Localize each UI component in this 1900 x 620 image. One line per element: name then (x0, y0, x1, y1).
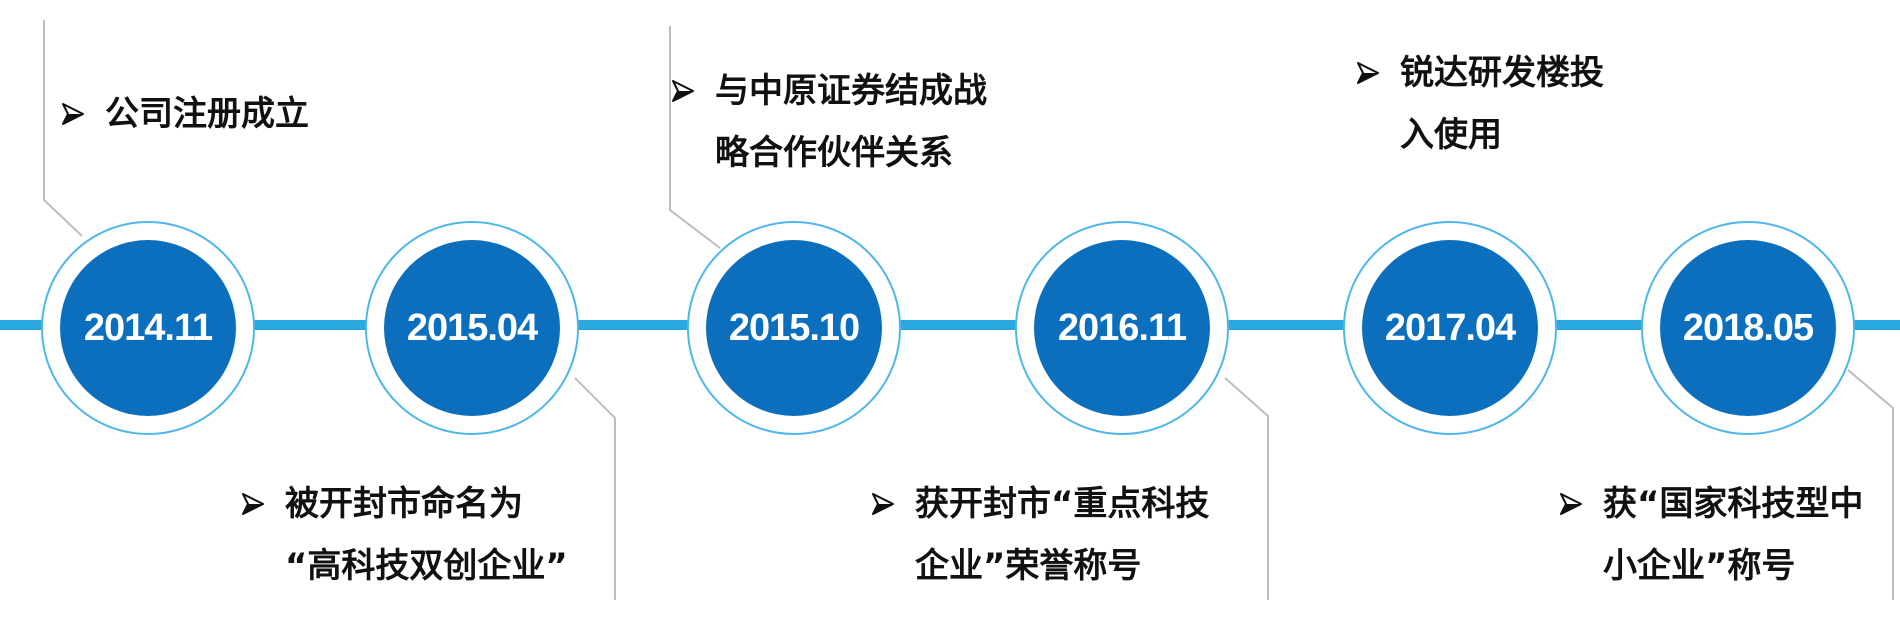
arrowhead-bullet-icon (870, 491, 915, 517)
milestone-event-row: 被开封市命名为 (240, 473, 568, 535)
milestone-event-text: 与中原证券结成战 (715, 71, 987, 111)
milestone-node-core: 2018.05 (1660, 240, 1836, 416)
milestone-event: 获“国家科技型中 小企业”称号 (1558, 473, 1863, 597)
milestone-node: 2017.04 (1343, 221, 1557, 435)
milestone-date: 2016.11 (1057, 306, 1187, 349)
connector-line-2015.04 (574, 377, 616, 600)
milestone-node-core: 2015.04 (384, 240, 560, 416)
milestone-event-text: 入使用 (1400, 115, 1502, 155)
milestone-date: 2015.10 (728, 306, 860, 349)
milestone-event-row: 获开封市“重点科技 (870, 473, 1209, 535)
milestone-event-text: “高科技双创企业” (285, 546, 568, 586)
milestone-event-text: 小企业”称号 (1603, 546, 1796, 586)
milestone-event-row: 略合作伙伴关系 (670, 122, 987, 184)
milestone-event-text: 获“国家科技型中 (1603, 484, 1864, 524)
timeline: 2014.11 2015.04 2015.10 2016.11 2017.04 2018.… (0, 0, 1900, 620)
milestone-event-row: 公司注册成立 (60, 83, 309, 145)
milestone-node-core: 2014.11 (60, 240, 236, 416)
milestone-date: 2018.05 (1682, 306, 1814, 349)
milestone-event-row: 入使用 (1355, 104, 1604, 166)
connector-line-2016.11 (1224, 377, 1269, 600)
milestone-event-text: 被开封市命名为 (285, 484, 523, 524)
milestone-event: 获开封市“重点科技 企业”荣誉称号 (870, 473, 1209, 597)
arrowhead-bullet-icon (60, 101, 105, 127)
milestone-node: 2015.04 (365, 221, 579, 435)
arrowhead-bullet-icon (1558, 491, 1603, 517)
arrowhead-bullet-icon (1355, 60, 1400, 86)
milestone-event-row: “高科技双创企业” (240, 535, 568, 597)
milestone-node-core: 2016.11 (1034, 240, 1210, 416)
milestone-event-row: 锐达研发楼投 (1355, 42, 1604, 104)
milestone-node: 2016.11 (1015, 221, 1229, 435)
milestone-date: 2014.11 (83, 306, 213, 349)
milestone-node-core: 2017.04 (1362, 240, 1538, 416)
milestone-event-text: 略合作伙伴关系 (715, 133, 953, 173)
milestone-event-text: 企业”荣誉称号 (915, 546, 1142, 586)
milestone-event-text: 锐达研发楼投 (1400, 53, 1604, 93)
milestone-date: 2015.04 (406, 306, 538, 349)
milestone-event: 被开封市命名为 “高科技双创企业” (240, 473, 568, 597)
milestone-event-row: 小企业”称号 (1558, 535, 1863, 597)
milestone-node: 2015.10 (687, 221, 901, 435)
milestone-event: 与中原证券结成战 略合作伙伴关系 (670, 60, 987, 184)
milestone-event: 锐达研发楼投 入使用 (1355, 42, 1604, 166)
milestone-event-row: 获“国家科技型中 (1558, 473, 1863, 535)
arrowhead-bullet-icon (670, 78, 715, 104)
arrowhead-bullet-icon (240, 491, 285, 517)
milestone-event-row: 与中原证券结成战 (670, 60, 987, 122)
milestone-event-text: 获开封市“重点科技 (915, 484, 1210, 524)
milestone-node: 2018.05 (1641, 221, 1855, 435)
milestone-date: 2017.04 (1384, 306, 1516, 349)
milestone-event: 公司注册成立 (60, 83, 309, 145)
milestone-event-text: 公司注册成立 (105, 94, 309, 134)
milestone-node-core: 2015.10 (706, 240, 882, 416)
milestone-node: 2014.11 (41, 221, 255, 435)
milestone-event-row: 企业”荣誉称号 (870, 535, 1209, 597)
